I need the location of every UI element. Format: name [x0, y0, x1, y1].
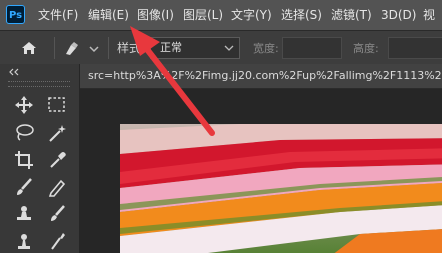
divider: [54, 37, 55, 59]
brush-icon: [17, 178, 32, 195]
brush-tool[interactable]: [13, 176, 35, 198]
menu-filter[interactable]: 滤镜(T): [331, 0, 372, 30]
rect-marquee-icon: [48, 97, 65, 112]
menu-image[interactable]: 图像(I): [137, 0, 174, 30]
menu-edit[interactable]: 编辑(E): [88, 0, 129, 30]
crop-tool[interactable]: [13, 149, 35, 171]
smudge-tool[interactable]: [46, 230, 68, 252]
pen-tool-icon: [66, 42, 99, 55]
document-tab[interactable]: src=http%3A%2F%2Fimg.jj20.com%2Fup%2Fall…: [88, 69, 442, 82]
chevron-down-icon: [224, 38, 234, 66]
panel-grip[interactable]: [8, 81, 70, 87]
menu-type[interactable]: 文字(Y): [231, 0, 272, 30]
width-input[interactable]: [282, 37, 342, 59]
pencil-tool[interactable]: [46, 176, 68, 198]
menu-bar: Ps 文件(F) 编辑(E) 图像(I) 图层(L) 文字(Y) 选择(S) 滤…: [0, 0, 442, 30]
lasso-icon: [16, 124, 34, 141]
menu-select[interactable]: 选择(S): [281, 0, 322, 30]
photoshop-logo: Ps: [6, 5, 25, 24]
marquee-tool[interactable]: [46, 94, 68, 116]
magic-wand-icon: [49, 125, 66, 142]
home-button[interactable]: [12, 37, 46, 59]
lasso-tool[interactable]: [13, 122, 35, 144]
move-tool[interactable]: [13, 94, 35, 116]
style-label: 样式: [117, 41, 142, 55]
history-brush-tool[interactable]: [46, 203, 68, 225]
dodge-tool[interactable]: [13, 230, 35, 252]
smudge-icon: [51, 233, 65, 250]
divider: [108, 37, 109, 59]
crop-icon: [15, 151, 33, 169]
options-bar: 样式 正常 宽度: 高度:: [0, 30, 442, 66]
menu-view[interactable]: 视: [423, 0, 435, 30]
clone-stamp-tool[interactable]: [13, 203, 35, 225]
menu-layer[interactable]: 图层(L): [183, 0, 223, 30]
width-label: 宽度:: [253, 42, 279, 55]
history-brush-icon: [51, 205, 65, 221]
pencil-icon: [48, 179, 66, 197]
eyedropper-tool[interactable]: [46, 149, 68, 171]
home-icon: [22, 42, 36, 54]
eyedropper-icon: [50, 152, 66, 168]
collapse-panel-icon[interactable]: [8, 67, 20, 80]
menu-file[interactable]: 文件(F): [38, 0, 78, 30]
style-select-value: 正常: [160, 41, 182, 54]
tulip-field-photo: [120, 124, 442, 253]
height-label: 高度:: [353, 42, 379, 55]
magic-wand-tool[interactable]: [46, 122, 68, 144]
tool-preset-picker[interactable]: [62, 39, 102, 59]
style-select[interactable]: 正常: [150, 37, 240, 59]
dodge-icon: [18, 234, 30, 249]
clone-stamp-icon: [17, 206, 31, 220]
height-input[interactable]: [388, 37, 442, 59]
menu-3d[interactable]: 3D(D): [381, 0, 416, 30]
move-icon: [15, 96, 33, 114]
document-tab-bar: src=http%3A%2F%2Fimg.jj20.com%2Fup%2Fall…: [80, 64, 442, 89]
tools-panel: [0, 64, 80, 253]
canvas-area[interactable]: [80, 89, 442, 253]
